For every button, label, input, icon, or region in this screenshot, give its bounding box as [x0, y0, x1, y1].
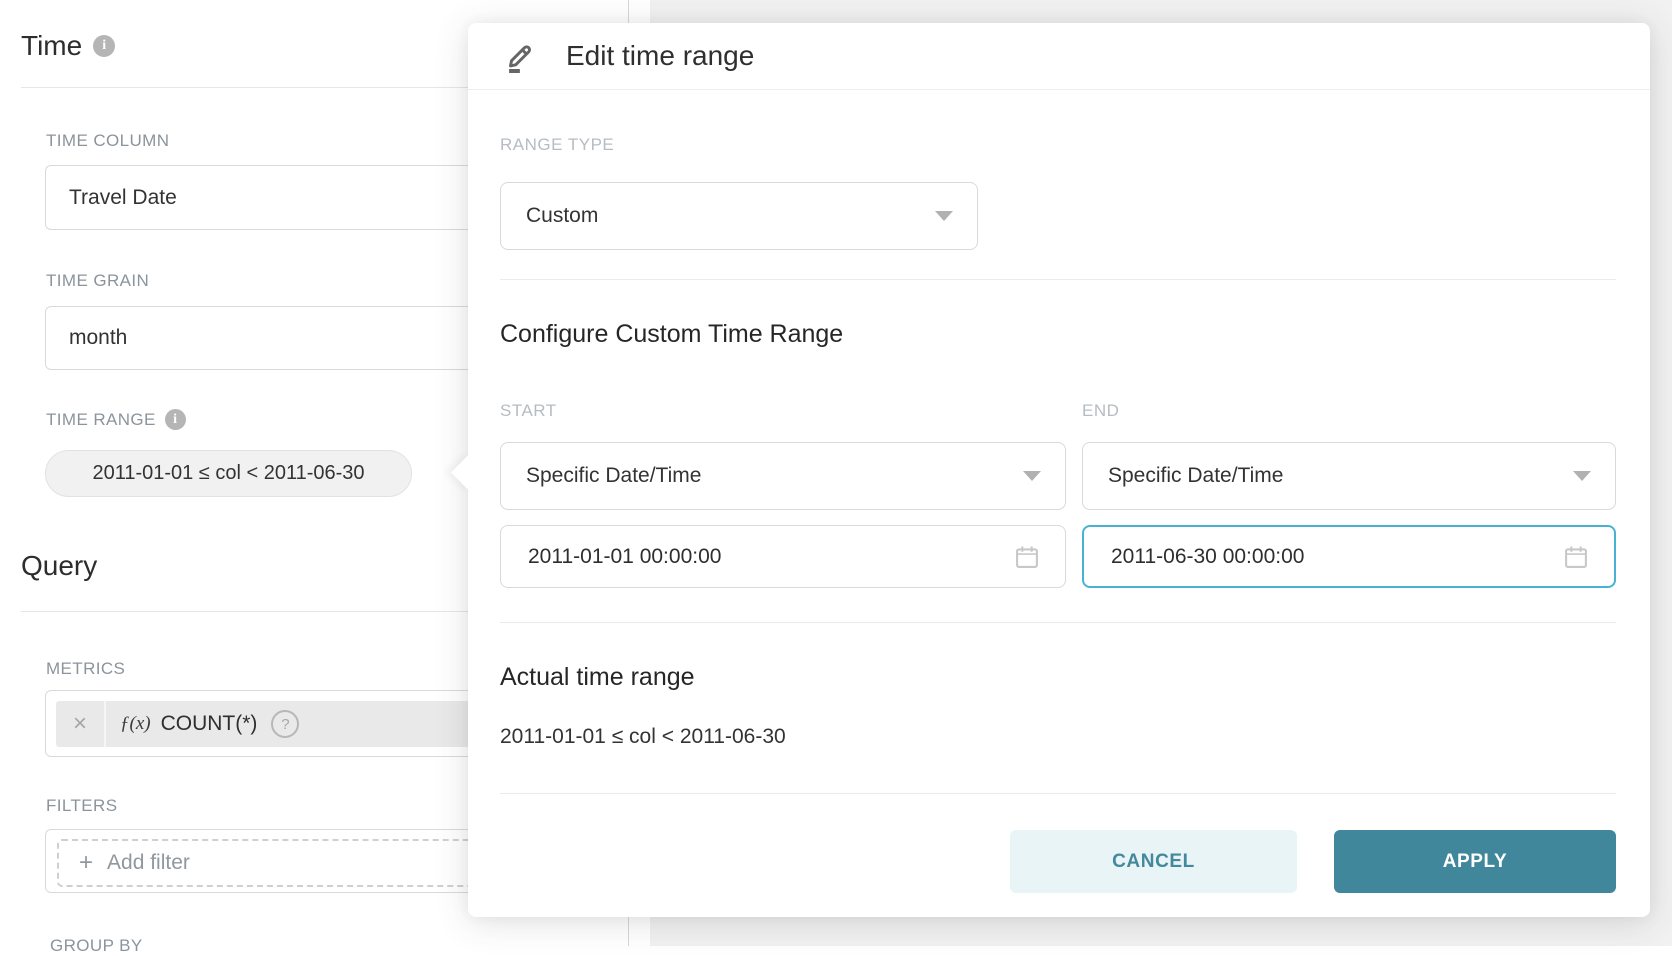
time-range-pill[interactable]: 2011-01-01 ≤ col < 2011-06-30	[45, 450, 412, 497]
close-icon[interactable]: ×	[56, 701, 106, 747]
caret-down-icon	[1023, 471, 1041, 481]
info-icon[interactable]: i	[165, 409, 186, 430]
start-datetime-value: 2011-01-01 00:00:00	[528, 545, 721, 569]
start-type-select[interactable]: Specific Date/Time	[500, 442, 1066, 510]
caret-down-icon	[1573, 471, 1591, 481]
apply-button[interactable]: APPLY	[1334, 830, 1616, 893]
cancel-button[interactable]: CANCEL	[1010, 830, 1297, 893]
range-type-select[interactable]: Custom	[500, 182, 978, 250]
caret-down-icon	[935, 211, 953, 221]
function-icon: ƒ(x)	[120, 713, 151, 735]
divider	[500, 622, 1616, 623]
end-type-select[interactable]: Specific Date/Time	[1082, 442, 1616, 510]
time-section-label: Time	[21, 30, 82, 62]
actual-time-range-value: 2011-01-01 ≤ col < 2011-06-30	[500, 725, 786, 749]
popover-header: Edit time range	[468, 23, 1650, 90]
query-section-title: Query	[21, 550, 97, 582]
divider	[500, 279, 1616, 280]
start-type-value: Specific Date/Time	[526, 464, 701, 488]
divider	[500, 793, 1616, 794]
popover-arrow	[451, 455, 486, 490]
time-grain-label: TIME GRAIN	[46, 271, 149, 291]
end-datetime-value: 2011-06-30 00:00:00	[1111, 545, 1304, 569]
end-type-value: Specific Date/Time	[1108, 464, 1283, 488]
time-column-value: Travel Date	[69, 186, 177, 210]
filters-label: FILTERS	[46, 796, 117, 816]
query-section-label: Query	[21, 550, 97, 582]
end-label: END	[1082, 401, 1119, 421]
metrics-label: METRICS	[46, 659, 125, 679]
actual-time-range-heading: Actual time range	[500, 663, 695, 692]
edit-icon	[502, 38, 539, 75]
range-type-value: Custom	[526, 204, 598, 228]
end-datetime-input[interactable]: 2011-06-30 00:00:00	[1082, 525, 1616, 588]
configure-heading: Configure Custom Time Range	[500, 320, 843, 349]
time-section-title: Time i	[21, 30, 115, 62]
start-datetime-input[interactable]: 2011-01-01 00:00:00	[500, 525, 1066, 588]
time-column-label: TIME COLUMN	[46, 131, 169, 151]
time-grain-value: month	[69, 326, 127, 350]
range-type-label: RANGE TYPE	[500, 135, 614, 155]
time-range-label: TIME RANGE i	[46, 409, 186, 430]
group-by-label: GROUP BY	[50, 936, 143, 956]
edit-time-range-popover: Edit time range RANGE TYPE Custom Config…	[468, 23, 1650, 917]
popover-title: Edit time range	[566, 40, 754, 72]
add-filter-label: Add filter	[107, 851, 190, 875]
calendar-icon[interactable]	[1013, 543, 1041, 571]
help-icon[interactable]: ?	[271, 710, 299, 738]
calendar-icon[interactable]	[1562, 543, 1590, 571]
metric-name: COUNT(*)	[161, 712, 258, 736]
time-range-pill-value: 2011-01-01 ≤ col < 2011-06-30	[92, 462, 364, 485]
time-range-label-text: TIME RANGE	[46, 410, 156, 430]
plus-icon: +	[79, 851, 93, 875]
info-icon[interactable]: i	[93, 35, 115, 57]
start-label: START	[500, 401, 557, 421]
